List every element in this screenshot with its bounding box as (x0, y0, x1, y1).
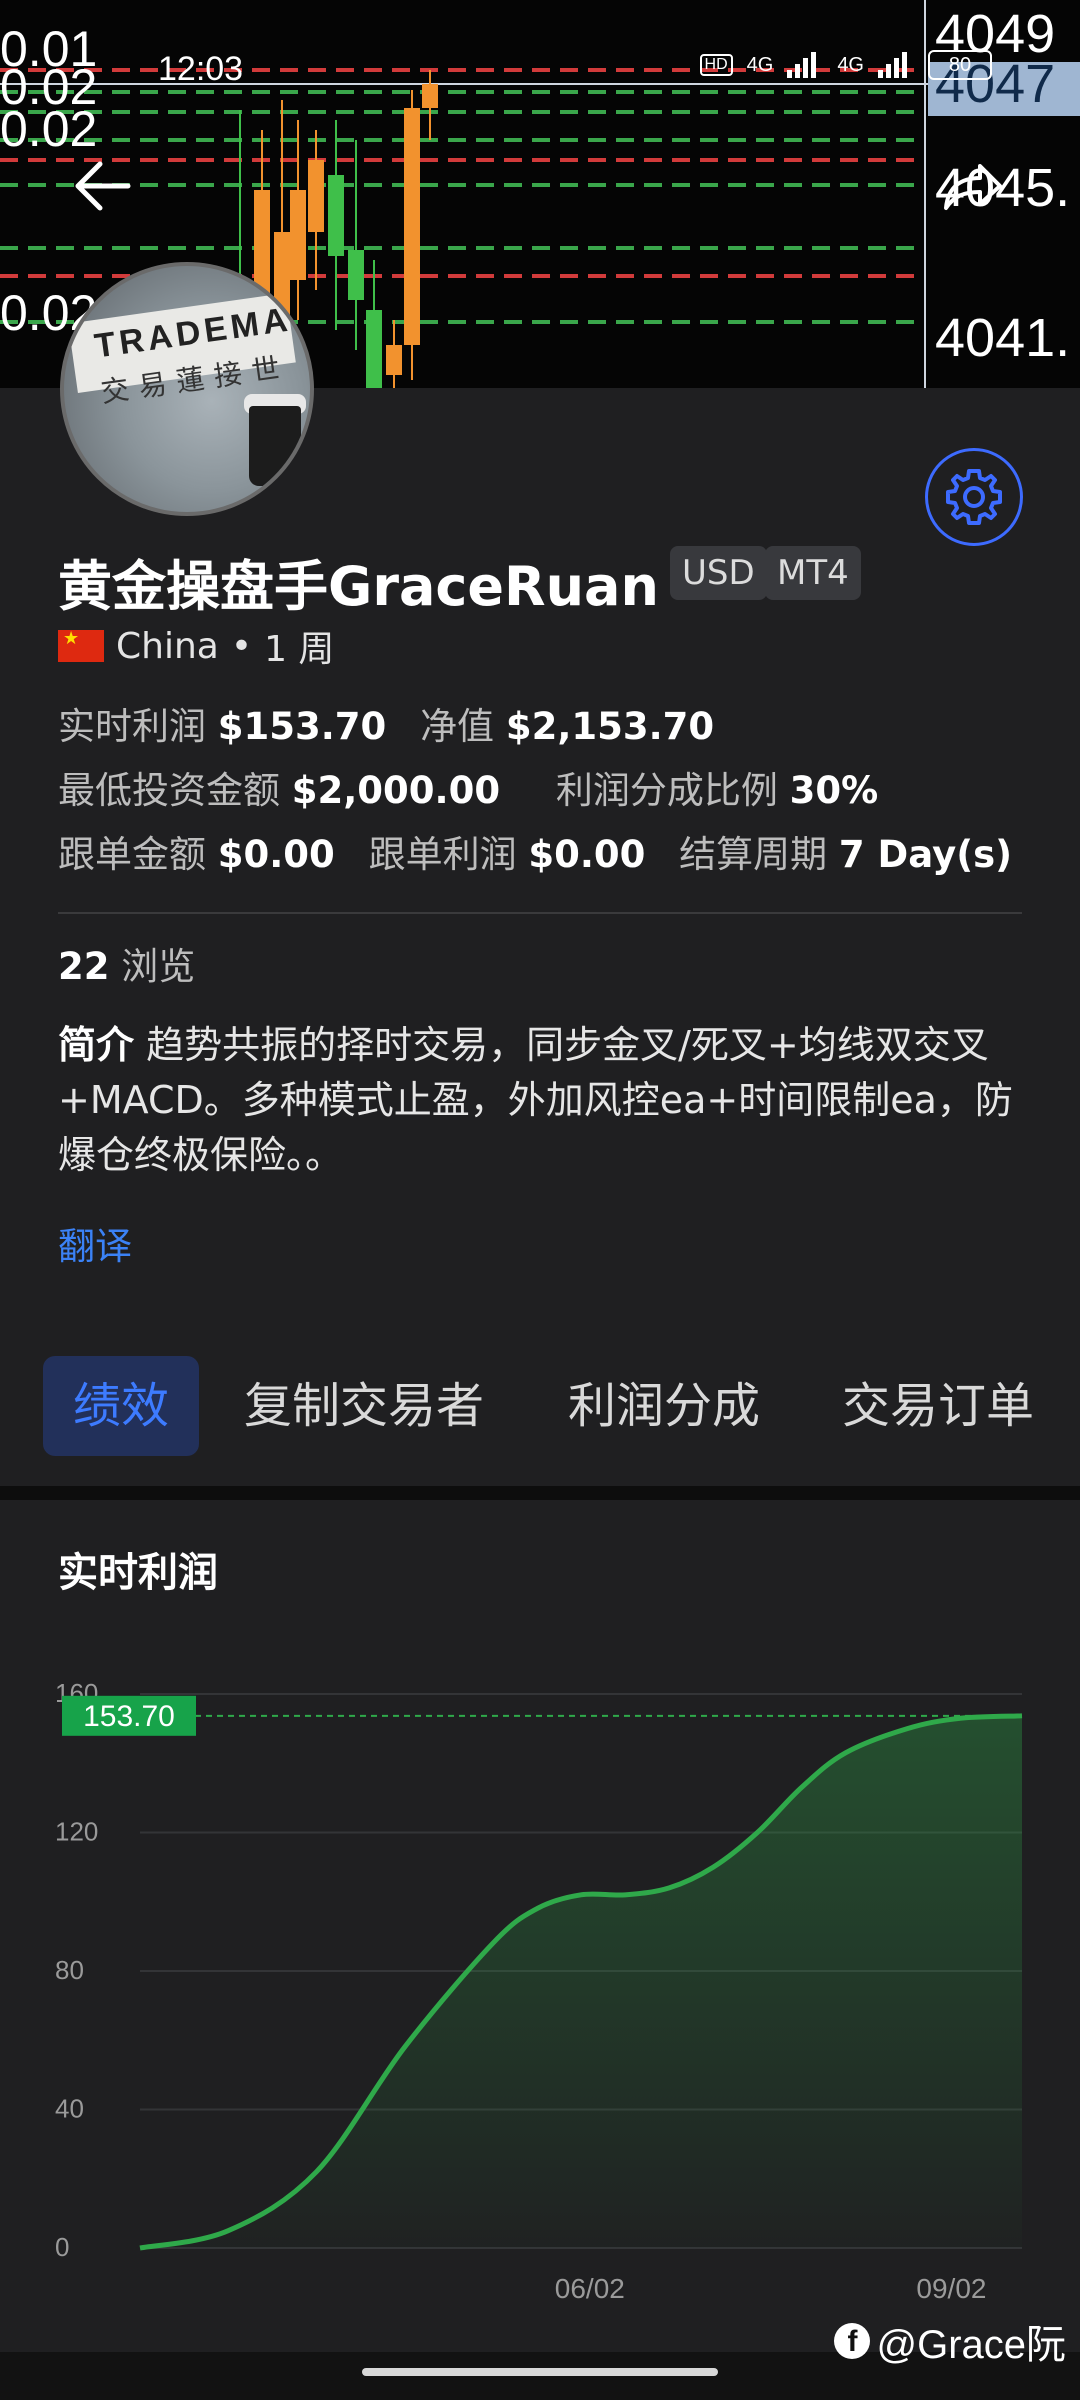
signal-icon-2 (878, 52, 914, 78)
status-indicators: HD 4G 4G 80 (699, 50, 992, 80)
intro-text: 简介 趋势共振的择时交易，同步金叉/死叉+均线双交叉+MACD。多种模式止盈，外… (58, 1018, 1018, 1183)
gear-icon (946, 469, 1002, 525)
signal-icon (787, 52, 823, 78)
copy-amount-value: $0.00 (217, 833, 335, 876)
profit-area (140, 1715, 1022, 2248)
candle-body (386, 345, 402, 375)
translate-link[interactable]: 翻译 (58, 1216, 132, 1270)
candle-body (422, 84, 438, 108)
profit-share-label: 利润分成比例 (555, 769, 778, 812)
tab-performance[interactable]: 绩效 (43, 1356, 200, 1456)
hd-icon: HD (699, 54, 733, 76)
settlement-label: 结算周期 (679, 833, 828, 876)
views-count: 22 浏览 (58, 936, 195, 990)
intro-body: 趋势共振的择时交易，同步金叉/死叉+均线双交叉+MACD。多种模式止盈，外加风控… (58, 1023, 1013, 1177)
section-separator (0, 1486, 1080, 1500)
tab-trade-orders[interactable]: 交易订单 (842, 1356, 1034, 1456)
y-tick-label: 120 (55, 1817, 98, 1847)
profit-share-value: 30% (789, 769, 879, 812)
x-tick-label: 09/02 (916, 2273, 986, 2304)
intro-label: 简介 (58, 1023, 135, 1067)
watermark-text: @Grace阮 (876, 2323, 1066, 2367)
candle-body (348, 250, 364, 300)
candle-body (328, 175, 344, 256)
home-indicator[interactable] (362, 2368, 718, 2376)
avatar-cup (249, 406, 301, 486)
realtime-profit-value: $153.70 (217, 705, 387, 748)
divider (58, 912, 1022, 914)
left-price-label: 0.02 (0, 101, 97, 157)
tab-copy-traders[interactable]: 复制交易者 (244, 1356, 484, 1456)
status-time: 12:03 (158, 50, 244, 88)
equity-label: 净值 (420, 705, 495, 748)
candle-body (308, 160, 324, 232)
share-button[interactable] (940, 158, 1004, 214)
min-invest-label: 最低投资金额 (58, 769, 280, 812)
candle-body (366, 310, 382, 388)
stats-row-invest: 最低投资金额 $2,000.00 利润分成比例 30% (58, 760, 878, 814)
stats-row-profit: 实时利润 $153.70 净值 $2,153.70 (58, 696, 714, 750)
profit-chart[interactable]: 04080120160153.7006/02 09/02 (0, 1640, 1080, 2320)
avatar[interactable]: TRADEMA 交易蓮接世 (60, 262, 314, 516)
copy-profit-label: 跟单利润 (368, 833, 517, 876)
separator-dot: • (230, 625, 253, 667)
tab-bar: 绩效 复制交易者 利润分成 交易订单 (0, 1356, 1080, 1456)
platform-tag: MT4 (765, 546, 861, 600)
candle-body (404, 108, 420, 345)
settings-button[interactable] (925, 448, 1023, 546)
settlement-value: 7 Day(s) (838, 833, 1013, 876)
y-tick-label: 0 (55, 2232, 69, 2262)
views-label: 浏览 (121, 945, 196, 988)
chart-title: 实时利润 (58, 1550, 218, 1596)
right-price-label: 4041. (935, 308, 1070, 368)
arrow-left-icon (75, 161, 131, 211)
back-button[interactable] (70, 158, 134, 214)
copy-profit-value: $0.00 (528, 833, 646, 876)
tab-profit-share[interactable]: 利润分成 (568, 1356, 760, 1456)
current-value-label: 153.70 (83, 1700, 175, 1733)
network-label: 4G (746, 53, 774, 76)
realtime-profit-label: 实时利润 (58, 705, 206, 748)
y-tick-label: 40 (55, 2094, 84, 2124)
currency-tag: USD (670, 546, 767, 600)
trader-name: 黄金操盘手GraceRuan (58, 555, 659, 618)
facebook-icon: f (834, 2323, 871, 2359)
country-name: China (116, 625, 219, 667)
network-label-2: 4G (837, 53, 864, 76)
copy-amount-label: 跟单金额 (58, 833, 206, 876)
equity-value: $2,153.70 (505, 705, 715, 748)
china-flag-icon (58, 630, 104, 662)
battery-icon: 80 (928, 50, 992, 80)
x-tick-label: 06/02 (555, 2273, 625, 2304)
duration: 1 周 (264, 629, 335, 670)
views-number: 22 (58, 945, 110, 988)
candle-body (290, 190, 306, 280)
watermark: f @Grace阮 (834, 2312, 1066, 2370)
min-invest-value: $2,000.00 (291, 769, 501, 812)
share-arrow-icon (944, 164, 1002, 210)
y-tick-label: 80 (55, 1955, 84, 1985)
stats-row-copy: 跟单金额 $0.00 跟单利润 $0.00 结算周期 7 Day(s) (58, 824, 1012, 878)
country-row: China • 1 周 (58, 620, 334, 672)
